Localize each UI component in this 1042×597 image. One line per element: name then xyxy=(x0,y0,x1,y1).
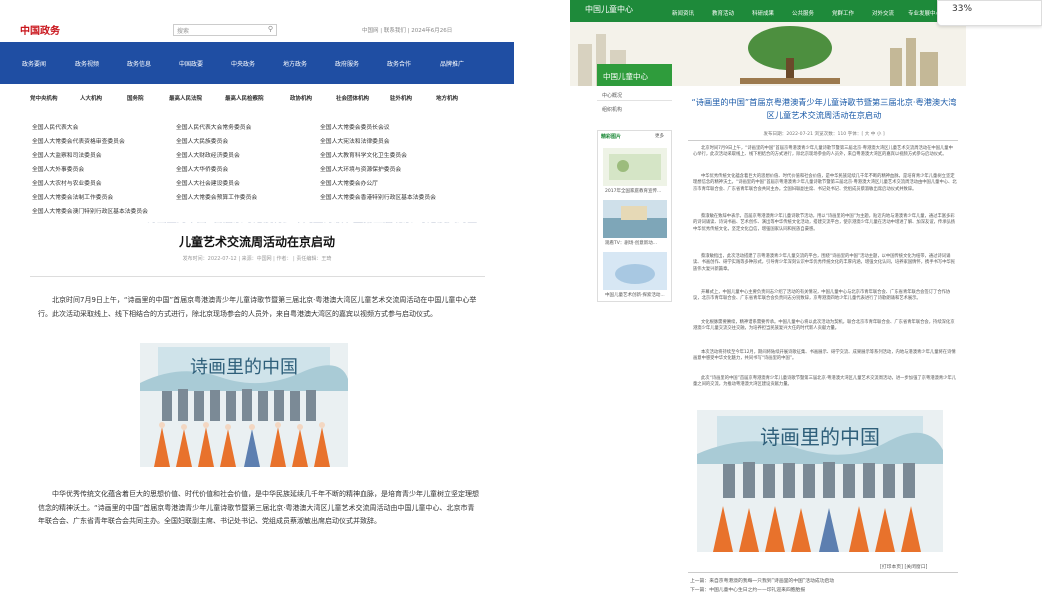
article-paragraph: 此次“诗画里的中国”首届京粤港澳青少年儿童诗歌节暨第三届北京·粤港澳大湾区儿童艺… xyxy=(693,376,957,388)
sub-nav-item[interactable]: 最高人民检察院 xyxy=(225,94,264,102)
right-nav-item[interactable]: 对外交流 xyxy=(872,9,894,17)
search-placeholder: 搜索 xyxy=(177,28,190,35)
right-nav-item[interactable]: 党群工作 xyxy=(832,9,854,17)
thumb-image[interactable] xyxy=(603,148,667,186)
top-links[interactable]: 中国网 | 联系我们 | 2024年6月26日 xyxy=(362,26,452,34)
article-paragraph: 开幕式上，中国儿童中心主要负责同志介绍了活动的有关情况，中国儿童中心与北京市青年… xyxy=(693,290,951,302)
dropdown-link[interactable]: 全国人民代表大会常务委员会 xyxy=(176,122,251,131)
nav-item[interactable]: 品牌推广 xyxy=(440,59,464,68)
divider xyxy=(597,100,672,101)
dropdown-link[interactable]: 全国人大常委会委员长会议 xyxy=(320,122,390,131)
nav-item[interactable]: 政务视频 xyxy=(75,59,99,68)
nav-item[interactable]: 政务要闻 xyxy=(22,59,46,68)
right-nav-item[interactable]: 新闻资讯 xyxy=(672,9,694,17)
dropdown-link[interactable]: 全国人大农村与农业委员会 xyxy=(32,178,102,187)
dropdown-link[interactable]: 全国人大常委会办公厅 xyxy=(320,178,378,187)
sub-nav-item[interactable]: 人大机构 xyxy=(80,94,102,102)
right-nav-item[interactable]: 公共服务 xyxy=(792,9,814,17)
event-photo: 诗画里的中国 xyxy=(140,343,348,467)
left-page: 中国政务 搜索 ⚲ 中国网 | 联系我们 | 2024年6月26日 政务要闻 政… xyxy=(0,0,535,597)
article-paragraph: 本次活动将持续至今年12月，期间将陆续开展诗歌征集、书画展示、研学交流、成果展示… xyxy=(693,350,956,362)
article-meta: 发布日期：2022-07-21 浏览次数：110 字体：[ 大 中 小 ] xyxy=(763,132,885,137)
article-paragraph: 蔡淑敏指出，此次活动搭建了京粤港澳青少年儿童交流的平台，围绕“诗画里的中国”活动… xyxy=(693,254,956,272)
next-article-link[interactable]: 下一篇：中国儿童中心生日之约——印礼迎来四胞胎报 xyxy=(690,586,805,593)
sidebar-title: 中国儿童中心 xyxy=(603,72,648,81)
nav-item[interactable]: 政务合作 xyxy=(387,59,411,68)
nav-item[interactable]: 地方政务 xyxy=(283,59,307,68)
article-paragraph: 中华优秀传统文化蕴含着巨大的思想价值、时代价值和社会价值，是中华民族延续几千年不… xyxy=(38,490,479,525)
article-paragraph: 北京时间7月9日上午，“诗画里的中国”首届京粤港澳青少年儿童诗歌节暨第三届北京·… xyxy=(38,296,477,318)
dropdown-link[interactable]: 全国人大华侨委员会 xyxy=(176,164,228,173)
site-logo[interactable]: 中国政务 xyxy=(20,22,60,37)
thumb-caption[interactable]: 中国儿童艺术创新·探索活动... xyxy=(605,292,665,298)
nav-item[interactable]: 中央政务 xyxy=(231,59,255,68)
dropdown-link[interactable]: 全国人大环境与资源保护委员会 xyxy=(320,164,401,173)
dropdown-link[interactable]: 全国人大财政经济委员会 xyxy=(176,150,240,159)
dropdown-link[interactable]: 全国人大常委会香港特别行政区基本法委员会 xyxy=(320,192,436,201)
thumb-caption[interactable]: 观看TV：剧场·创意新动... xyxy=(605,240,657,246)
dropdown-link[interactable]: 全国人大常委会预算工作委员会 xyxy=(176,192,257,201)
recommend-more[interactable]: 更多 xyxy=(655,133,664,139)
sub-nav-item[interactable]: 政协机构 xyxy=(290,94,312,102)
nav-item[interactable]: 政府服务 xyxy=(335,59,359,68)
event-photo: 诗画里的中国 xyxy=(697,410,943,552)
page-actions[interactable]: [打印本页] [关闭窗口] xyxy=(880,563,927,570)
nav-item[interactable]: 中国政要 xyxy=(179,59,203,68)
dropdown-link[interactable]: 全国人民代表大会 xyxy=(32,122,78,131)
right-nav-item[interactable]: 教育活动 xyxy=(712,9,734,17)
dropdown-link[interactable]: 全国人大常委会法制工作委员会 xyxy=(32,192,113,201)
dropdown-link[interactable]: 全国人大社会建设委员会 xyxy=(176,178,240,187)
sub-nav-item[interactable]: 党中央机构 xyxy=(30,94,58,102)
dropdown-link[interactable]: 全国人大教育科学文化卫生委员会 xyxy=(320,150,407,159)
right-site-logo[interactable]: 中国儿童中心 xyxy=(585,4,633,15)
search-icon[interactable]: ⚲ xyxy=(268,25,273,33)
dropdown-link[interactable]: 全国人大宪法和法律委员会 xyxy=(320,136,390,145)
article-paragraph: 中华优秀传统文化蕴含着巨大的思想价值、时代价值和社会价值，是中华民族延续几千年不… xyxy=(693,174,957,192)
thumb-image[interactable] xyxy=(603,200,667,238)
sub-nav: 党中央机构 人大机构 国务院 最高人民法院 最高人民检察院 政协机构 社会团体机… xyxy=(22,94,492,104)
article-paragraph: 蔡淑敏在致辞中表示，首届京粤港澳青少年儿童诗歌节活动，用以“诗画里的中国”为主题… xyxy=(693,214,956,232)
divider xyxy=(688,140,958,141)
dropdown-link[interactable]: 全国人大常委会代表资格审查委员会 xyxy=(32,136,125,145)
article-title: “诗画里的中国”首届京粤港澳青少年儿童诗歌节暨第三届北京·粤港澳大湾区儿童艺术交… xyxy=(691,97,957,120)
zoom-level: 33% xyxy=(952,4,973,14)
divider xyxy=(688,572,958,573)
dropdown-link[interactable]: 全国人大民族委员会 xyxy=(176,136,228,145)
banner-text: 诗画里的中国 xyxy=(190,357,298,378)
nav-dropdown: 全国人民代表大会 全国人民代表大会常务委员会 全国人大常委会委员长会议 全国人大… xyxy=(22,118,492,222)
search-input[interactable]: 搜索 ⚲ xyxy=(173,24,277,36)
article-meta: 发布时间：2022-07-12 | 来源：中国网 | 作者： | 责任编辑：王琦 xyxy=(182,256,332,262)
thumb-caption[interactable]: 2017年全国家庭教育宣传... xyxy=(605,188,661,194)
sub-nav-item[interactable]: 国务院 xyxy=(127,94,144,102)
dropdown-link[interactable]: 全国人大常委会澳门特别行政区基本法委员会 xyxy=(32,206,148,215)
dropdown-link[interactable]: 全国人大监察和司法委员会 xyxy=(32,150,102,159)
dropdown-link[interactable]: 全国人大外事委员会 xyxy=(32,164,84,173)
article-paragraph: 文化根脉需要赓续，精神谱系需要传承。中国儿童中心将以此次活动为契机，联合北京市青… xyxy=(693,320,955,332)
sub-nav-item[interactable]: 最高人民法院 xyxy=(169,94,202,102)
main-nav: 政务要闻 政务视频 政务信息 中国政要 中央政务 地方政务 政府服务 政务合作 … xyxy=(0,42,514,84)
sidebar-item[interactable]: 组织机构 xyxy=(602,106,622,113)
divider xyxy=(30,276,485,277)
thumb-image[interactable] xyxy=(603,252,667,290)
article-title: 儿童艺术交流周活动在京启动 xyxy=(178,235,335,249)
sub-nav-item[interactable]: 地方机构 xyxy=(436,94,458,102)
article-paragraph: 北京时间7月9日上午，“诗画里的中国”首届京粤港澳青少年儿童诗歌节暨第三届北京·… xyxy=(693,146,953,158)
prev-article-link[interactable]: 上一篇：来自京粤港澳的我每一只我到“诗画里的中国”活动成功启动 xyxy=(690,577,834,584)
banner-text: 诗画里的中国 xyxy=(760,425,880,449)
sub-nav-item[interactable]: 社会团体机构 xyxy=(336,94,369,102)
sub-nav-item[interactable]: 驻外机构 xyxy=(390,94,412,102)
nav-item[interactable]: 政务信息 xyxy=(127,59,151,68)
sidebar-item[interactable]: 中心概况 xyxy=(602,92,622,99)
right-nav-item[interactable]: 科研成果 xyxy=(752,9,774,17)
recommend-title: 精彩图片 xyxy=(601,134,622,140)
